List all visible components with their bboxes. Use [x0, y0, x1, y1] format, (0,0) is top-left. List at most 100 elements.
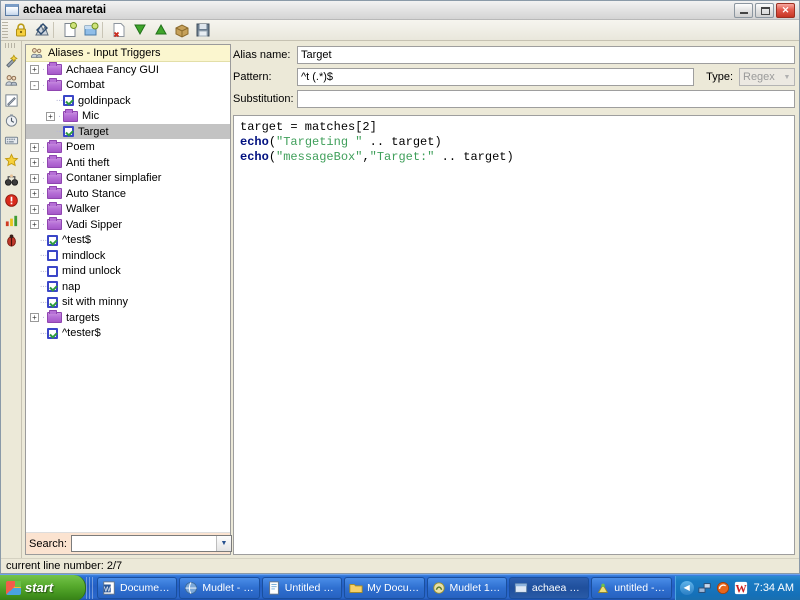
- alias-name-input[interactable]: [297, 46, 795, 64]
- expand-toggle-icon[interactable]: +: [30, 313, 39, 322]
- expand-toggle-icon[interactable]: +: [30, 173, 39, 183]
- tree-item-tester[interactable]: ··· ^tester$: [26, 326, 230, 341]
- expand-toggle-icon[interactable]: +: [30, 158, 39, 167]
- move-down-button[interactable]: [129, 21, 150, 40]
- rail-keys[interactable]: [2, 130, 21, 150]
- tree-connector: ···: [39, 281, 48, 292]
- maximize-button[interactable]: [755, 2, 774, 18]
- expand-toggle-icon[interactable]: +: [46, 111, 55, 121]
- rail-triggers[interactable]: [2, 50, 21, 70]
- taskbar-item-untitled-n[interactable]: Untitled - N...: [261, 576, 343, 599]
- taskbar-item-document1[interactable]: W Document1...: [97, 576, 178, 599]
- taskbar-item-untitled-p[interactable]: untitled - P...: [591, 576, 672, 599]
- pattern-row: Pattern: Type: Regex ▼: [233, 66, 795, 88]
- taskbar-item-my-docume[interactable]: My Docume...: [344, 576, 425, 599]
- tree-item-label: Combat: [66, 79, 105, 91]
- rail-buttons[interactable]: [2, 150, 21, 170]
- checkbox-checked-icon[interactable]: [47, 296, 58, 308]
- tree-item-goldinpack[interactable]: ··· goldinpack: [26, 93, 230, 108]
- rail-scripts[interactable]: [2, 90, 21, 110]
- window-controls: ✕: [734, 2, 797, 18]
- import-package-button[interactable]: [171, 21, 192, 40]
- tree-item-nap[interactable]: ··· nap: [26, 279, 230, 294]
- add-group-button[interactable]: [80, 21, 101, 40]
- expand-toggle-icon[interactable]: +: [30, 220, 39, 229]
- pattern-input[interactable]: [297, 68, 695, 86]
- code-token: echo: [240, 150, 269, 164]
- tree-item-label: Poem: [66, 141, 95, 153]
- tree-item-mindlock[interactable]: ··· mindlock: [26, 248, 230, 263]
- checkbox-checked-icon[interactable]: [63, 126, 74, 137]
- toggle-active-button[interactable]: [31, 21, 52, 40]
- code-token: (: [268, 150, 277, 164]
- collapse-toggle-icon[interactable]: -: [30, 80, 39, 90]
- close-button[interactable]: ✕: [776, 2, 795, 18]
- chevron-down-icon[interactable]: ▼: [215, 536, 231, 551]
- tree-item-label: Target: [78, 125, 109, 138]
- tree-item-anti-theft[interactable]: + · Anti theft: [26, 155, 230, 170]
- checkbox-unchecked-icon[interactable]: [47, 265, 58, 277]
- taskbar-item-mudlet-1-1[interactable]: Mudlet 1.1....: [426, 576, 507, 599]
- rail-variables[interactable]: [2, 170, 21, 190]
- expand-toggle-icon[interactable]: +: [30, 65, 39, 74]
- tree-item-sit-with-minny[interactable]: ··· sit with minny: [26, 295, 230, 310]
- type-select[interactable]: Regex ▼: [739, 68, 795, 86]
- tree-item-auto-stance[interactable]: + · Auto Stance: [26, 186, 230, 201]
- code-line: echo("messageBox","Target:" .. target): [240, 150, 788, 165]
- add-item-button[interactable]: [59, 21, 80, 40]
- firefox-icon: [716, 581, 729, 594]
- script-code[interactable]: target = matches[2] echo("Targeting " .. …: [234, 116, 794, 169]
- tree-item-targets[interactable]: + · targets: [26, 310, 230, 325]
- lock-button[interactable]: [10, 21, 31, 40]
- tree-item-combat[interactable]: - · Combat: [26, 77, 230, 93]
- tree-item-mind-unlock[interactable]: ··· mind unlock: [26, 264, 230, 279]
- substitution-input[interactable]: [297, 90, 795, 108]
- script-editor[interactable]: target = matches[2] echo("Targeting " .. …: [233, 115, 795, 555]
- system-tray: ◀ W 7:34 AM: [674, 575, 800, 600]
- checkbox-checked-icon[interactable]: [47, 281, 58, 292]
- rail-errors[interactable]: [2, 190, 21, 210]
- chevron-left-icon[interactable]: ◀: [679, 580, 694, 595]
- taskbar-grip[interactable]: [86, 576, 94, 599]
- rail-statistics[interactable]: [2, 210, 21, 230]
- tree-item-test[interactable]: ··· ^test$: [26, 233, 230, 248]
- tree-item-contaner-simplafier[interactable]: + · Contaner simplafier: [26, 170, 230, 186]
- checkbox-checked-icon[interactable]: [47, 234, 58, 246]
- tray-clock: 7:34 AM: [753, 581, 794, 594]
- rail-aliases[interactable]: [2, 70, 21, 90]
- expand-toggle-icon[interactable]: +: [30, 142, 39, 152]
- tree-item-label: ^test$: [62, 234, 92, 246]
- taskbar-item-label: Mudlet - Fo...: [202, 581, 255, 594]
- rail-timers[interactable]: [2, 110, 21, 130]
- search-combo[interactable]: ▼: [70, 535, 232, 552]
- minimize-button[interactable]: [734, 2, 753, 18]
- taskbar-item-mudlet-fo[interactable]: Mudlet - Fo...: [179, 576, 260, 599]
- expand-toggle-icon[interactable]: +: [30, 204, 39, 214]
- tree-item-mic[interactable]: + · Mic: [26, 108, 230, 124]
- svg-text:W: W: [104, 586, 111, 593]
- rail-debug[interactable]: [2, 230, 21, 250]
- chevron-down-icon: ▼: [783, 73, 791, 81]
- tree-rows[interactable]: + · Achaea Fancy GUI - · Combat ··· goldinpack +…: [26, 62, 230, 532]
- start-button[interactable]: start: [0, 574, 86, 600]
- tree-item-walker[interactable]: + · Walker: [26, 201, 230, 217]
- search-input[interactable]: [71, 536, 216, 551]
- tree-connector: ···: [39, 327, 48, 339]
- main-toolbar: [1, 20, 799, 41]
- move-up-button[interactable]: [150, 21, 171, 40]
- checkbox-checked-icon[interactable]: [47, 327, 58, 339]
- word-icon: W: [103, 580, 115, 595]
- tree-item-poem[interactable]: + · Poem: [26, 139, 230, 155]
- save-button[interactable]: [192, 21, 213, 40]
- rail-grip[interactable]: [5, 43, 17, 48]
- tree-item-vadi-sipper[interactable]: + · Vadi Sipper: [26, 217, 230, 232]
- delete-button[interactable]: [108, 21, 129, 40]
- taskbar-item-achaea-ma[interactable]: achaea ma...: [508, 576, 590, 599]
- tree-item-label: Contaner simplafier: [66, 172, 162, 184]
- toolbar-grip[interactable]: [2, 22, 8, 38]
- tree-item-target[interactable]: ··· Target: [26, 124, 230, 139]
- expand-toggle-icon[interactable]: +: [30, 189, 39, 198]
- tree-item-achaea-fancy-gui[interactable]: + · Achaea Fancy GUI: [26, 62, 230, 77]
- checkbox-checked-icon[interactable]: [63, 95, 74, 106]
- checkbox-unchecked-icon[interactable]: [47, 250, 58, 261]
